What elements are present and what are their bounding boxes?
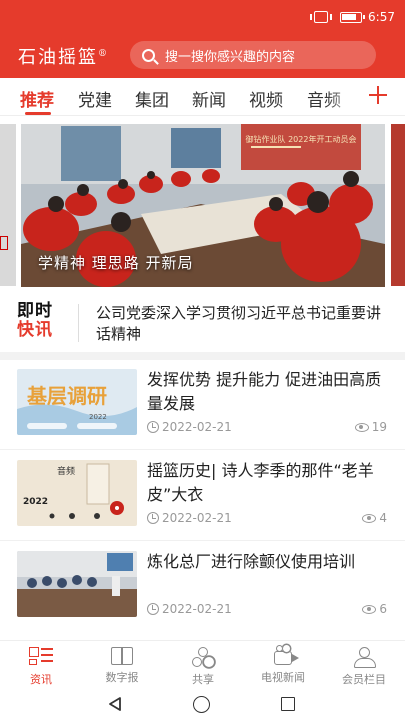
nav-label: 电视新闻	[261, 671, 305, 684]
article-date: 2022-02-21	[147, 511, 232, 525]
news-flash-logo: 即时 快讯	[17, 302, 65, 342]
nav-member[interactable]: 会员栏目	[324, 647, 404, 687]
carousel-caption: 学精神 理思路 开新局	[38, 254, 194, 272]
article-title: 摇篮历史| 诗人李季的那件“老羊皮”大衣	[147, 461, 374, 504]
user-icon	[352, 647, 376, 668]
list-item[interactable]: 炼化总厂进行除颤仪使用培训 2022-02-21 6	[0, 542, 405, 632]
carousel-prev-slide[interactable]	[0, 124, 16, 286]
app-header: 6:57 石油摇篮® 搜一搜你感兴趣的内容	[0, 0, 405, 78]
article-date: 2022-02-21	[147, 420, 232, 434]
divider	[0, 449, 405, 450]
carousel-current-slide[interactable]: 御钻作业队 2022年开工动员会 学精神 理思路 开新局	[21, 124, 385, 287]
nav-label: 资讯	[30, 673, 52, 686]
nav-label: 共享	[192, 673, 214, 686]
banner-text: 御钻作业队 2022年开工动员会	[246, 134, 357, 144]
nav-digital-paper[interactable]: 数字报	[82, 647, 162, 685]
article-date-text: 2022-02-21	[162, 420, 232, 434]
tab-video[interactable]: 视频	[249, 86, 283, 111]
tab-group[interactable]: 集团	[135, 86, 169, 111]
clock-icon	[147, 603, 159, 615]
list-item[interactable]: 基层调研 2022 发挥优势 提升能力 促进油田高质量发展 2022-02-21…	[0, 360, 405, 450]
clock-icon	[147, 421, 159, 433]
status-time: 6:57	[368, 10, 395, 24]
vibrate-icon	[310, 11, 333, 23]
nav-tv-news[interactable]: 电视新闻	[243, 645, 323, 685]
app-logo-title: 石油摇篮®	[18, 43, 107, 69]
registered-mark: ®	[98, 49, 107, 59]
search-icon	[142, 48, 155, 62]
eye-icon	[362, 604, 377, 614]
newspaper-icon	[111, 647, 133, 665]
article-views: 4	[362, 511, 387, 525]
status-bar: 6:57	[0, 0, 405, 36]
thumb-text: 音频	[57, 465, 75, 477]
news-flash-logo-line1: 即时	[17, 301, 53, 321]
back-icon[interactable]	[108, 697, 122, 711]
news-flash-divider	[78, 304, 79, 342]
share-icon	[191, 647, 215, 667]
news-flash[interactable]: 即时 快讯 公司党委深入学习贯彻习近平总书记重要讲话精神	[0, 288, 405, 360]
article-title: 发挥优势 提升能力 促进油田高质量发展	[147, 370, 382, 413]
news-flash-headline[interactable]: 公司党委深入学习贯彻习近平总书记重要讲话精神	[96, 303, 391, 345]
divider	[0, 540, 405, 541]
article-date: 2022-02-21	[147, 602, 232, 616]
tab-recommend[interactable]: 推荐	[20, 86, 54, 111]
prev-slide-text	[0, 124, 10, 150]
banner-carousel[interactable]: 御钻作业队 2022年开工动员会 学精神 理思路 开新局	[0, 116, 405, 288]
article-thumbnail	[17, 551, 137, 617]
article-date-text: 2022-02-21	[162, 511, 232, 525]
battery-icon	[340, 11, 366, 23]
eye-icon	[354, 422, 369, 432]
home-icon[interactable]	[193, 696, 210, 713]
recent-apps-icon[interactable]	[281, 697, 295, 711]
category-tabs: 推荐 党建 集团 新闻 视频 音频	[0, 78, 405, 116]
tab-party[interactable]: 党建	[78, 86, 112, 111]
list-item[interactable]: 音频 2022 摇篮历史| 诗人李季的那件“老羊皮”大衣 2022-02-21 …	[0, 451, 405, 541]
active-tab-indicator	[25, 112, 51, 115]
search-input[interactable]: 搜一搜你感兴趣的内容	[130, 41, 376, 69]
nav-share[interactable]: 共享	[163, 647, 243, 687]
nav-label: 会员栏目	[342, 673, 386, 686]
news-flash-logo-line2: 快讯	[17, 320, 53, 340]
article-views: 6	[362, 602, 387, 616]
system-nav-bar	[0, 688, 405, 720]
status-icons: 6:57	[310, 10, 395, 24]
news-icon	[29, 647, 53, 667]
article-views-count: 6	[379, 602, 387, 616]
tv-icon	[274, 645, 299, 665]
carousel-next-slide[interactable]	[391, 124, 405, 286]
article-thumbnail: 基层调研 2022	[17, 369, 137, 435]
article-date-text: 2022-02-21	[162, 602, 232, 616]
clock-icon	[147, 512, 159, 524]
add-channel-icon[interactable]	[369, 86, 387, 104]
thumb-year: 2022	[23, 497, 48, 507]
search-placeholder: 搜一搜你感兴趣的内容	[165, 49, 296, 65]
article-thumbnail: 音频 2022	[17, 460, 137, 526]
nav-label: 数字报	[105, 671, 139, 684]
app-name: 石油摇篮	[18, 47, 98, 68]
thumb-year: 2022	[89, 413, 107, 421]
bottom-tab-bar: 资讯 数字报 共享 电视新闻 会员栏目	[0, 640, 405, 688]
tab-news[interactable]: 新闻	[192, 86, 226, 111]
article-title: 炼化总厂进行除颤仪使用培训	[147, 552, 356, 571]
eye-icon	[362, 513, 377, 523]
thumb-text: 基层调研	[27, 384, 107, 408]
article-views: 19	[354, 420, 387, 434]
article-views-count: 19	[371, 420, 387, 434]
tab-fade	[325, 78, 365, 114]
nav-news[interactable]: 资讯	[1, 647, 81, 687]
article-views-count: 4	[379, 511, 387, 525]
prev-slide-mark	[0, 236, 8, 250]
